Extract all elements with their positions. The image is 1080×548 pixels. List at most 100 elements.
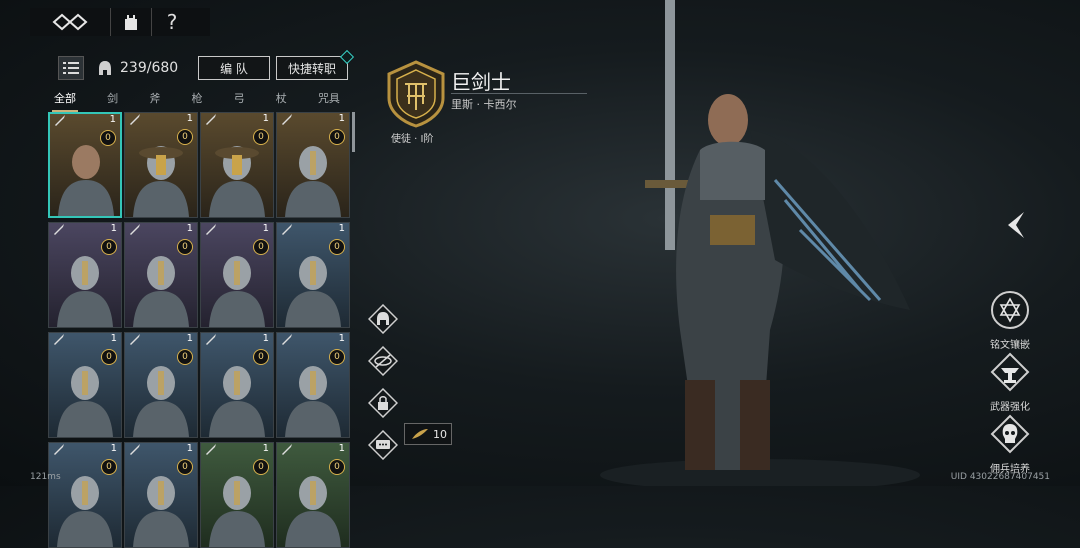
roster-panel: 239/680 编 队 快捷转职 全部 剑 斧 枪 弓 杖 咒具 1010101… — [40, 49, 360, 548]
mercenary-card[interactable]: 10 — [276, 112, 350, 218]
roster-count: 239/680 — [120, 60, 179, 76]
card-header: 1 — [277, 113, 349, 129]
mercenary-portrait-icon — [133, 146, 189, 217]
tab-bow[interactable]: 弓 — [232, 90, 247, 112]
weapon-upgrade-label: 武器强化 — [990, 402, 1030, 413]
mercenary-card[interactable]: 10 — [276, 332, 350, 438]
sword-icon — [206, 334, 216, 345]
tab-staff[interactable]: 杖 — [274, 90, 289, 112]
sword-icon — [55, 115, 65, 126]
mercenary-card[interactable]: 10 — [276, 222, 350, 328]
card-level: 1 — [338, 333, 345, 344]
card-header: 1 — [277, 333, 349, 349]
sword-icon — [206, 444, 216, 455]
card-level: 1 — [262, 113, 269, 124]
card-level: 1 — [110, 223, 117, 234]
card-level: 1 — [186, 223, 193, 234]
mercenary-portrait-icon — [133, 366, 189, 437]
tab-all[interactable]: 全部 — [52, 90, 78, 112]
card-level: 1 — [110, 443, 117, 454]
mercenary-card[interactable]: 10 — [200, 222, 274, 328]
card-header: 1 — [125, 113, 197, 129]
list-view-button[interactable] — [58, 56, 84, 80]
mercenary-portrait-icon — [209, 476, 265, 547]
quick-class-change-button[interactable]: 快捷转职 — [276, 56, 348, 80]
sword-icon — [130, 114, 140, 125]
mercenary-portrait-icon — [285, 146, 341, 217]
card-level: 1 — [338, 223, 345, 234]
card-header: 1 — [49, 223, 121, 239]
quill-icon — [412, 429, 428, 439]
crit-count: 10 — [433, 427, 447, 441]
mercenary-card[interactable]: 10 — [200, 112, 274, 218]
mercenary-card[interactable]: 10 — [48, 112, 122, 218]
sword-icon — [130, 224, 140, 235]
lock-icon[interactable] — [368, 388, 398, 418]
mercenary-portrait-icon — [57, 256, 113, 327]
mercenary-card[interactable]: 10 — [276, 442, 350, 548]
card-level: 1 — [110, 333, 117, 344]
card-level: 1 — [338, 113, 345, 124]
sword-icon — [130, 444, 140, 455]
train-menu-item[interactable]: 佣兵培养 — [980, 414, 1040, 475]
mercenary-portrait-icon — [285, 476, 341, 547]
weapon-tabs: 全部 剑 斧 枪 弓 杖 咒具 — [52, 90, 342, 112]
mercenary-portrait-icon — [58, 145, 114, 216]
top-nav: ? — [30, 8, 210, 36]
help-button[interactable]: ? — [152, 8, 192, 36]
uid-readout: UID 43022687407451 — [950, 472, 1050, 482]
tab-curse-tool[interactable]: 咒具 — [316, 90, 342, 112]
sword-icon — [54, 444, 64, 455]
tab-sword[interactable]: 剑 — [105, 90, 120, 112]
card-header: 1 — [201, 333, 273, 349]
mercenary-portrait-icon — [209, 366, 265, 437]
card-header: 1 — [201, 223, 273, 239]
tab-spear[interactable]: 枪 — [189, 90, 204, 112]
tab-axe[interactable]: 斧 — [147, 90, 162, 112]
mercenary-card[interactable]: 10 — [48, 222, 122, 328]
mercenary-card[interactable]: 10 — [200, 332, 274, 438]
card-level: 1 — [262, 223, 269, 234]
card-header: 1 — [125, 443, 197, 459]
mercenary-portrait-icon — [57, 366, 113, 437]
card-level: 1 — [262, 443, 269, 454]
mercenary-card[interactable]: 10 — [124, 222, 198, 328]
hero-rank: 使徒 · Ⅰ阶 — [391, 134, 434, 145]
sword-icon — [206, 114, 216, 125]
card-header: 1 — [277, 443, 349, 459]
mercenary-card[interactable]: 10 — [48, 332, 122, 438]
weapon-upgrade-menu-item[interactable]: 武器强化 — [980, 352, 1040, 413]
card-header: 1 — [277, 223, 349, 239]
collapse-arrow-icon[interactable] — [1004, 210, 1030, 240]
helmet-view-icon[interactable] — [368, 304, 398, 334]
chat-icon[interactable] — [368, 430, 398, 460]
class-name: 巨剑士 — [451, 70, 511, 94]
castle-icon[interactable] — [111, 8, 152, 36]
card-header: 1 — [201, 113, 273, 129]
sword-icon — [282, 114, 292, 125]
mercenary-card[interactable]: 10 — [200, 442, 274, 548]
hide-eye-icon[interactable] — [368, 346, 398, 376]
mercenary-portrait-icon — [133, 256, 189, 327]
mercenary-card[interactable]: 10 — [124, 112, 198, 218]
grid-scrollbar[interactable] — [352, 112, 355, 152]
mercenary-card[interactable]: 10 — [48, 442, 122, 548]
crit-item-counter[interactable]: 10 — [404, 423, 452, 445]
card-header: 1 — [201, 443, 273, 459]
skull-icon — [990, 414, 1030, 454]
card-header: 1 — [49, 333, 121, 349]
inscription-menu-item[interactable]: 铭文镶嵌 — [980, 290, 1040, 351]
inscription-icon — [991, 291, 1029, 329]
mercenary-portrait-icon — [285, 366, 341, 437]
card-level: 1 — [186, 113, 193, 124]
hero-portrait-image — [600, 0, 920, 486]
mercenary-card[interactable]: 10 — [124, 442, 198, 548]
sword-icon — [54, 224, 64, 235]
helmet-icon — [99, 61, 111, 75]
card-header: 1 — [125, 333, 197, 349]
team-button[interactable]: 编 队 — [198, 56, 270, 80]
mercenary-portrait-icon — [209, 256, 265, 327]
mercenary-card[interactable]: 10 — [124, 332, 198, 438]
home-logo-icon[interactable] — [30, 8, 111, 36]
card-level: 1 — [262, 333, 269, 344]
